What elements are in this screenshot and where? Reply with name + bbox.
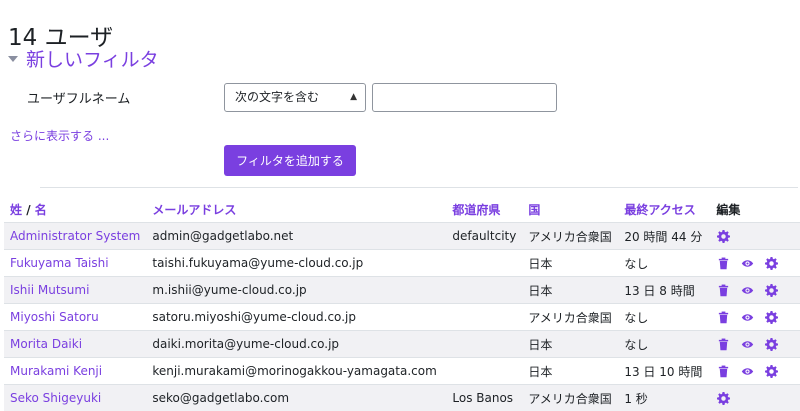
actions-cell [710,249,800,277]
prefecture-cell [446,249,523,277]
show-more-link[interactable]: さらに表示する ... [10,127,109,144]
sort-surname-link[interactable]: 姓 [10,203,22,217]
user-name-link[interactable]: Seko Shigeyuki [4,384,147,411]
country-cell: アメリカ合衆国 [522,384,619,411]
filter-value-input[interactable] [372,83,557,112]
last-access-cell: なし [618,249,711,277]
gear-icon[interactable] [764,256,778,270]
eye-icon[interactable] [740,364,754,378]
actions-cell [710,357,800,385]
gear-icon[interactable] [764,310,778,324]
email-cell: m.ishii@yume-cloud.co.jp [146,276,447,304]
last-access-cell: 13 日 10 時間 [618,357,711,385]
new-filter-toggle[interactable]: 新しいフィルタ [8,45,159,72]
actions-cell [710,303,800,331]
table-header-row: 姓 / 名 メールアドレス 都道府県 国 最終アクセス 編集 [4,196,800,223]
edit-gear-icon[interactable] [716,391,730,405]
user-name-link[interactable]: Administrator System [4,222,147,250]
gear-icon[interactable] [764,337,778,351]
last-access-cell: 13 日 8 時間 [618,276,711,304]
country-cell: 日本 [522,357,619,385]
table-row: Administrator System admin@gadgetlabo.net… [4,222,800,250]
prefecture-cell [446,303,523,331]
prefecture-header[interactable]: 都道府県 [446,196,522,223]
new-filter-heading: 新しいフィルタ [26,49,159,71]
operator-select-value: 次の文字を含む [235,90,320,104]
email-cell: taishi.fukuyama@yume-cloud.co.jp [146,249,447,277]
country-cell: 日本 [522,276,619,304]
user-name-link[interactable]: Fukuyama Taishi [4,249,147,277]
trash-icon[interactable] [716,256,730,270]
country-cell: 日本 [522,330,619,358]
caret-down-icon [8,55,18,62]
eye-icon[interactable] [740,310,754,324]
email-cell: daiki.morita@yume-cloud.co.jp [146,330,447,358]
country-cell: アメリカ合衆国 [522,303,619,331]
prefecture-cell [446,276,523,304]
divider [40,187,798,188]
table-row: Seko Shigeyuki seko@gadgetlabo.com Los Ban… [4,384,800,411]
updown-arrows-icon: ▲ [350,92,357,102]
last-access-cell: なし [618,330,711,358]
edit-header: 編集 [716,202,741,217]
user-name-link[interactable]: Murakami Kenji [4,357,147,385]
last-access-cell: 20 時間 44 分 [618,222,711,250]
trash-icon[interactable] [716,337,730,351]
last-access-cell: なし [618,303,711,331]
table-row: Miyoshi Satoru satoru.miyoshi@yume-cloud.… [4,303,800,331]
edit-gear-icon[interactable] [716,229,730,243]
country-cell: アメリカ合衆国 [522,222,619,250]
add-filter-button[interactable]: フィルタを追加する [224,145,356,176]
actions-cell [710,330,800,358]
eye-icon[interactable] [740,337,754,351]
prefecture-cell [446,330,523,358]
country-header[interactable]: 国 [522,196,618,223]
email-cell: satoru.miyoshi@yume-cloud.co.jp [146,303,447,331]
email-header[interactable]: メールアドレス [146,196,446,223]
table-row: Fukuyama Taishi taishi.fukuyama@yume-clou… [4,249,800,277]
prefecture-cell [446,357,523,385]
eye-icon[interactable] [740,256,754,270]
actions-cell [710,384,800,411]
operator-select[interactable]: 次の文字を含む ▲ [224,83,366,112]
sort-given-link[interactable]: 名 [35,203,47,217]
eye-icon[interactable] [740,283,754,297]
fullname-filter-label: ユーザフルネーム [27,92,131,107]
user-name-link[interactable]: Morita Daiki [4,330,147,358]
user-name-link[interactable]: Miyoshi Satoru [4,303,147,331]
gear-icon[interactable] [764,283,778,297]
country-cell: 日本 [522,249,619,277]
prefecture-cell: Los Banos [446,384,523,411]
trash-icon[interactable] [716,283,730,297]
email-cell: admin@gadgetlabo.net [146,222,447,250]
table-row: Murakami Kenji kenji.murakami@morinogakko… [4,357,800,385]
actions-cell [710,222,800,250]
trash-icon[interactable] [716,364,730,378]
name-header: 姓 / 名 [4,196,146,223]
table-row: Ishii Mutsumi m.ishii@yume-cloud.co.jp 日本 1… [4,276,800,304]
actions-cell [710,276,800,304]
last-access-header[interactable]: 最終アクセス [618,196,710,223]
user-name-link[interactable]: Ishii Mutsumi [4,276,147,304]
trash-icon[interactable] [716,310,730,324]
email-cell: seko@gadgetlabo.com [146,384,447,411]
last-access-cell: 1 秒 [618,384,711,411]
prefecture-cell: defaultcity [446,222,523,250]
users-table: 姓 / 名 メールアドレス 都道府県 国 最終アクセス 編集 Administr… [4,196,800,411]
header-separator: / [26,202,31,217]
gear-icon[interactable] [764,364,778,378]
email-cell: kenji.murakami@morinogakkou-yamagata.com [146,357,447,385]
table-row: Morita Daiki daiki.morita@yume-cloud.co.j… [4,330,800,358]
